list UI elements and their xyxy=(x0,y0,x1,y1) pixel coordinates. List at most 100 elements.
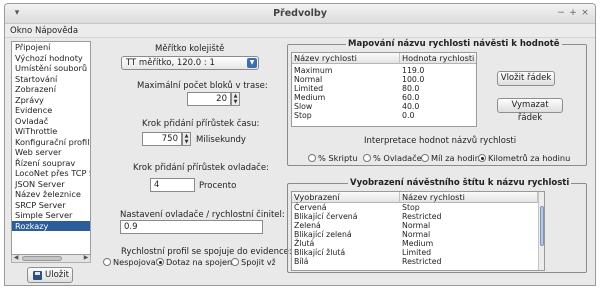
column-header-speed-value[interactable]: Hodnota rychlosti xyxy=(400,53,476,64)
cell-aspect[interactable]: Červená xyxy=(292,203,327,212)
sidebar-item-srcp-server[interactable]: SRCP Server xyxy=(12,200,90,211)
sidebar-item-config-profiles[interactable]: Konfigurační profily xyxy=(12,137,90,148)
cell-speed-name[interactable]: Stop xyxy=(292,111,312,120)
cell-aspect[interactable]: Žlutá xyxy=(292,239,314,248)
table-row[interactable]: Bílá Restricted xyxy=(292,257,538,266)
radio-percent-script[interactable]: % Skriptu xyxy=(308,153,358,163)
scroll-left-icon[interactable]: ◀ xyxy=(12,254,20,262)
sidebar-item-display[interactable]: Zobrazení xyxy=(12,84,90,95)
spin-down-icon[interactable]: ▼ xyxy=(183,139,190,145)
throttle-step-field[interactable]: 4 xyxy=(150,178,195,192)
cell-speed-value[interactable]: 60.0 xyxy=(400,93,419,102)
radio-mph[interactable]: Míl za hodinu xyxy=(421,153,485,163)
sidebar-horizontal-scrollbar[interactable]: ◀ ▶ xyxy=(11,254,91,263)
column-header-speed-name[interactable]: Název rychlosti xyxy=(292,53,400,64)
cell-speed-name[interactable]: Stop xyxy=(400,203,420,212)
cell-speed-name[interactable]: Restricted xyxy=(400,257,441,266)
max-blocks-field[interactable]: 20 xyxy=(187,92,231,106)
preferences-category-list[interactable]: Připojení Výchozí hodnoty Umístění soubo… xyxy=(11,41,91,255)
table-row[interactable]: Červená Stop xyxy=(292,203,538,212)
cell-speed-name[interactable]: Limited xyxy=(400,248,431,257)
spin-down-icon[interactable]: ▼ xyxy=(232,99,239,105)
maximize-button[interactable]: + xyxy=(568,7,578,19)
table-row[interactable]: Medium 60.0 xyxy=(292,93,476,102)
sidebar-item-defaults[interactable]: Výchozí hodnoty xyxy=(12,53,90,64)
table-row[interactable]: Blikající žlutá Limited xyxy=(292,248,538,257)
table-row[interactable]: Limited 80.0 xyxy=(292,84,476,93)
column-header-speed-name[interactable]: Název rychlosti xyxy=(400,192,538,203)
cell-speed-name[interactable]: Normal xyxy=(400,221,430,230)
delete-row-button[interactable]: Vymazat řádek xyxy=(497,98,563,123)
sidebar-item-connections[interactable]: Připojení xyxy=(12,42,90,53)
radio-no-merge[interactable]: Nespojovat xyxy=(103,257,159,267)
cell-speed-value[interactable]: 80.0 xyxy=(400,84,419,93)
cell-aspect[interactable]: Blikající žlutá xyxy=(292,248,345,257)
scroll-right-icon[interactable]: ▶ xyxy=(82,254,90,262)
radio-percent-throttle[interactable]: % Ovladače xyxy=(363,153,422,163)
close-button[interactable]: × xyxy=(580,7,590,19)
cell-speed-name[interactable]: Maximum xyxy=(292,66,332,75)
table-row[interactable]: Maximum 119.0 xyxy=(292,66,476,75)
radio-no-merge-label: Nespojovat xyxy=(113,257,159,267)
radio-kph[interactable]: Kilometrů za hodinu xyxy=(478,153,570,163)
cell-speed-name[interactable]: Medium xyxy=(400,239,433,248)
save-button[interactable]: Uložit xyxy=(27,267,73,283)
max-blocks-stepper[interactable]: ▲ ▼ xyxy=(231,92,240,106)
signal-display-table[interactable]: Vyobrazení Název rychlosti Červená Stop B… xyxy=(291,191,545,271)
table-vertical-scrollbar[interactable] xyxy=(538,192,544,270)
cell-aspect[interactable]: Bílá xyxy=(292,257,308,266)
table-header: Název rychlosti Hodnota rychlosti xyxy=(292,53,476,64)
scrollbar-thumb[interactable] xyxy=(22,256,62,261)
table-row[interactable]: Blikající zelená Normal xyxy=(292,230,538,239)
menu-window[interactable]: Okno xyxy=(10,26,32,36)
floppy-disk-icon xyxy=(33,271,42,280)
table-row[interactable]: Žlutá Medium xyxy=(292,239,538,248)
sidebar-item-withrottle[interactable]: WiThrottle xyxy=(12,126,90,137)
sidebar-item-railroad-name[interactable]: Název železnice xyxy=(12,189,90,200)
cell-speed-name[interactable]: Restricted xyxy=(400,212,441,221)
radio-always-merge[interactable]: Spojit vždy xyxy=(231,257,275,267)
sidebar-item-dispatcher[interactable]: Řízení souprav xyxy=(12,158,90,169)
throttle-step-label: Krok přidání přírůstek ovladače: xyxy=(133,163,269,173)
sidebar-item-file-locations[interactable]: Umístění souborů xyxy=(12,63,90,74)
sidebar-item-json-server[interactable]: JSON Server xyxy=(12,179,90,190)
cell-speed-name[interactable]: Medium xyxy=(292,93,325,102)
sidebar-item-web-server[interactable]: Web server xyxy=(12,147,90,158)
sidebar-item-messages[interactable]: Zprávy xyxy=(12,95,90,106)
sidebar-item-roster[interactable]: Evidence xyxy=(12,105,90,116)
cell-speed-name[interactable]: Slow xyxy=(292,102,312,111)
scale-select[interactable]: TT měřítko, 120.0 : 1 ▼ xyxy=(121,56,259,70)
scrollbar-thumb[interactable] xyxy=(540,206,544,246)
speed-mapping-table[interactable]: Název rychlosti Hodnota rychlosti Maximu… xyxy=(291,52,477,127)
cell-speed-value[interactable]: 100.0 xyxy=(400,75,424,84)
sidebar-item-warrants[interactable]: Rozkazy xyxy=(12,220,90,231)
cell-speed-name[interactable]: Limited xyxy=(292,84,323,93)
cell-speed-name[interactable]: Normal xyxy=(292,75,322,84)
cell-speed-value[interactable]: 40.0 xyxy=(400,102,419,111)
menu-help[interactable]: Nápověda xyxy=(35,26,78,36)
max-blocks-label: Maximální počet bloků v trase: xyxy=(137,81,268,91)
sidebar-item-simple-server[interactable]: Simple Server xyxy=(12,210,90,221)
table-row[interactable]: Stop 0.0 xyxy=(292,111,476,120)
table-row[interactable]: Normal 100.0 xyxy=(292,75,476,84)
table-row[interactable]: Slow 40.0 xyxy=(292,102,476,111)
time-step-field[interactable]: 750 xyxy=(142,132,182,146)
cell-speed-value[interactable]: 119.0 xyxy=(400,66,424,75)
sidebar-item-startup[interactable]: Startování xyxy=(12,74,90,85)
cell-aspect[interactable]: Blikající zelená xyxy=(292,230,352,239)
table-row[interactable]: Zelená Normal xyxy=(292,221,538,230)
add-row-button[interactable]: Vložit řádek xyxy=(497,71,555,86)
column-header-aspect[interactable]: Vyobrazení xyxy=(292,192,400,203)
minimize-button[interactable]: − xyxy=(556,7,566,19)
cell-speed-name[interactable]: Normal xyxy=(400,230,430,239)
throttle-factor-field[interactable]: 0.9 xyxy=(120,220,263,234)
time-step-stepper[interactable]: ▲ ▼ xyxy=(182,132,191,146)
window-title: Předvolby xyxy=(273,8,327,19)
cell-aspect[interactable]: Zelená xyxy=(292,221,321,230)
cell-speed-value[interactable]: 0.0 xyxy=(400,111,414,120)
table-row[interactable]: Blikající červená Restricted xyxy=(292,212,538,221)
sidebar-item-loconet-tcp[interactable]: LocoNet přes TCP Se xyxy=(12,168,90,179)
radio-ask-merge[interactable]: Dotaz na spojení xyxy=(156,257,235,267)
cell-aspect[interactable]: Blikající červená xyxy=(292,212,358,221)
sidebar-item-throttle[interactable]: Ovladač xyxy=(12,116,90,127)
